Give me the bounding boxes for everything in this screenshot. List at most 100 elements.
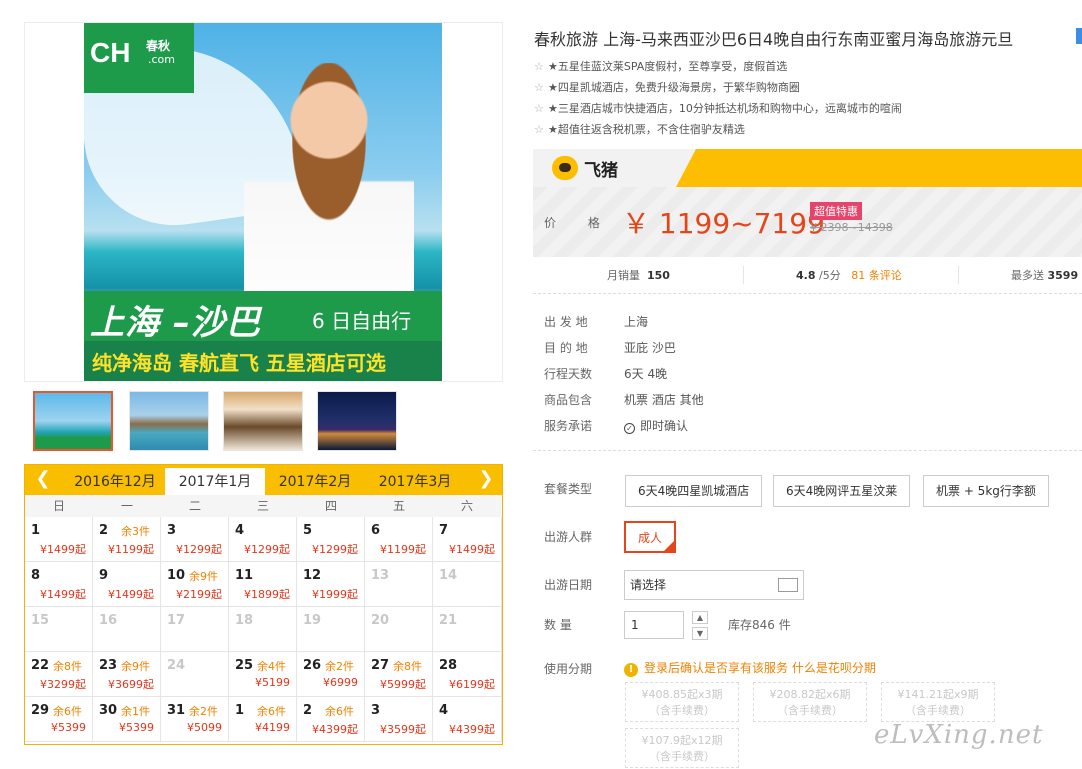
chevron-right-icon[interactable]: ❯ [476, 469, 496, 489]
installment-label: 使用分期 [544, 662, 593, 676]
day-number: 23 [99, 658, 118, 673]
calendar-day: 16 [93, 607, 161, 652]
calendar-month-tab[interactable]: 2016年12月 [65, 465, 165, 495]
chevron-left-icon[interactable]: ❮ [33, 469, 53, 489]
day-number: 29 [31, 703, 50, 718]
warning-icon: ! [624, 663, 638, 677]
day-price: ¥5999起 [380, 678, 426, 691]
info-value-includes: 机票 酒店 其他 [624, 393, 704, 407]
info-value-service: ✓ 即时确认 [624, 417, 688, 434]
calendar-day[interactable]: 27 余8件 ¥5999起 [365, 652, 433, 697]
divider [743, 266, 744, 284]
calendar-day[interactable]: 26 余2件 ¥6999 [297, 652, 365, 697]
remaining-stock: 余6件 [53, 705, 82, 718]
remaining-stock: 余9件 [121, 660, 150, 673]
original-price: ¥ 2398~14398 [810, 221, 893, 234]
check-circle-icon: ✓ [624, 423, 635, 434]
day-price: ¥3699起 [108, 678, 154, 691]
calendar-day[interactable]: 9 ¥1499起 [93, 562, 161, 607]
installment-fee-note: （含手续费） [777, 704, 843, 717]
calendar-day[interactable]: 5 ¥1299起 [297, 517, 365, 562]
remaining-stock: 余2件 [325, 660, 354, 673]
installment-fee-note: （含手续费） [649, 704, 715, 717]
thumbnail-1[interactable] [33, 391, 113, 451]
day-number: 19 [303, 613, 322, 628]
departure-date-input[interactable]: 请选择 [624, 570, 804, 600]
rating[interactable]: 4.8 /5分 81 条评论 [796, 267, 902, 283]
date-label: 出游日期 [544, 578, 593, 592]
day-price: ¥1499起 [449, 543, 495, 556]
day-price: ¥1199起 [108, 543, 154, 556]
installment-help-link[interactable]: 什么是花呗分期 [792, 661, 876, 675]
day-number: 2 [99, 523, 109, 538]
day-number: 15 [31, 613, 50, 628]
installment-login-link[interactable]: 登录后确认是否享有该服务 [644, 661, 788, 675]
calendar-day[interactable]: 25 余4件 ¥5199 [229, 652, 297, 697]
page: CH 春秋 .com 上海 –沙巴 6 日自由行 纯净海岛 春航直飞 五星酒店可… [0, 0, 1082, 769]
calendar-day[interactable]: 1 ¥1499起 [25, 517, 93, 562]
calendar-day[interactable]: 30 余1件 ¥5399 [93, 697, 161, 742]
day-price: ¥5199 [255, 676, 290, 689]
calendar-day[interactable]: 31 余2件 ¥5099 [161, 697, 229, 742]
chevron-up-icon[interactable]: ▲ [692, 611, 708, 624]
day-number: 26 [303, 658, 322, 673]
weekday-label: 六 [460, 499, 473, 513]
chevron-down-icon[interactable]: ▼ [692, 627, 708, 640]
product-main-image[interactable]: CH 春秋 .com 上海 –沙巴 6 日自由行 纯净海岛 春航直飞 五星酒店可… [84, 23, 442, 381]
calendar-day[interactable]: 8 ¥1499起 [25, 562, 93, 607]
calendar-day[interactable]: 22 余8件 ¥3299起 [25, 652, 93, 697]
quantity-input[interactable]: 1 [624, 611, 684, 639]
reviews-label: 条评论 [868, 269, 902, 282]
thumbnail-2[interactable] [129, 391, 209, 451]
calendar-day[interactable]: 3 ¥3599起 [365, 697, 433, 742]
calendar-day[interactable]: 11 ¥1899起 [229, 562, 297, 607]
day-number: 20 [371, 613, 390, 628]
feature-item: ☆ ★超值往返含税机票，不含住宿驴友精选 [534, 121, 745, 137]
day-price: ¥1899起 [244, 588, 290, 601]
calendar-day[interactable]: 2 余6件 ¥4399起 [297, 697, 365, 742]
calendar-day[interactable]: 7 ¥1499起 [433, 517, 502, 562]
installment-fee-note: （含手续费） [905, 704, 971, 717]
crowd-option-adult[interactable]: 成人 [624, 521, 676, 553]
calendar-day[interactable]: 29 余6件 ¥5399 [25, 697, 93, 742]
calendar-month-tab-active[interactable]: 2017年1月 [165, 465, 265, 495]
calendar-month-tab[interactable]: 2017年3月 [365, 465, 465, 495]
calendar-day[interactable]: 28 ¥6199起 [433, 652, 502, 697]
calendar-day: 24 [161, 652, 229, 697]
remaining-stock: 余6件 [257, 705, 286, 718]
calendar-icon[interactable] [778, 578, 798, 592]
crowd-label: 出游人群 [544, 530, 593, 544]
day-price: ¥6999 [323, 676, 358, 689]
thumbnail-4[interactable] [317, 391, 397, 451]
thumbnail-3[interactable] [223, 391, 303, 451]
package-option[interactable]: 6天4晚四星凯城酒店 [625, 475, 763, 507]
star-icon: ☆ [534, 81, 544, 94]
remaining-stock: 余8件 [53, 660, 82, 673]
calendar-month-tab[interactable]: 2017年2月 [265, 465, 365, 495]
rating-suffix: /5分 [819, 269, 841, 282]
calendar-day[interactable]: 4 ¥4399起 [433, 697, 502, 742]
package-option[interactable]: 6天4晚网评五星汶莱 [773, 475, 911, 507]
weekday-label: 五 [392, 499, 405, 513]
calendar-day[interactable]: 3 ¥1299起 [161, 517, 229, 562]
day-number: 9 [99, 568, 109, 583]
stock-count: 库存846 件 [728, 618, 791, 632]
day-price: ¥1299起 [312, 543, 358, 556]
image-banner: 上海 –沙巴 6 日自由行 [84, 291, 442, 343]
calendar-day: 13 [365, 562, 433, 607]
day-price: ¥1499起 [40, 588, 86, 601]
day-number: 3 [167, 523, 177, 538]
calendar-day[interactable]: 1 余6件 ¥4199 [229, 697, 297, 742]
calendar-day[interactable]: 6 ¥1199起 [365, 517, 433, 562]
day-price: ¥3599起 [380, 723, 426, 736]
calendar-day[interactable]: 12 ¥1999起 [297, 562, 365, 607]
package-option[interactable]: 机票 + 5kg行李额 [923, 475, 1049, 507]
weekday-label: 日 [52, 499, 65, 513]
calendar-day[interactable]: 4 ¥1299起 [229, 517, 297, 562]
remaining-stock: 余1件 [121, 705, 150, 718]
calendar-day[interactable]: 2 余3件 ¥1199起 [93, 517, 161, 562]
calendar-day[interactable]: 10 余9件 ¥2199起 [161, 562, 229, 607]
brand-logo: CH 春秋 .com [84, 23, 194, 93]
calendar-day[interactable]: 23 余9件 ¥3699起 [93, 652, 161, 697]
day-number: 31 [167, 703, 186, 718]
